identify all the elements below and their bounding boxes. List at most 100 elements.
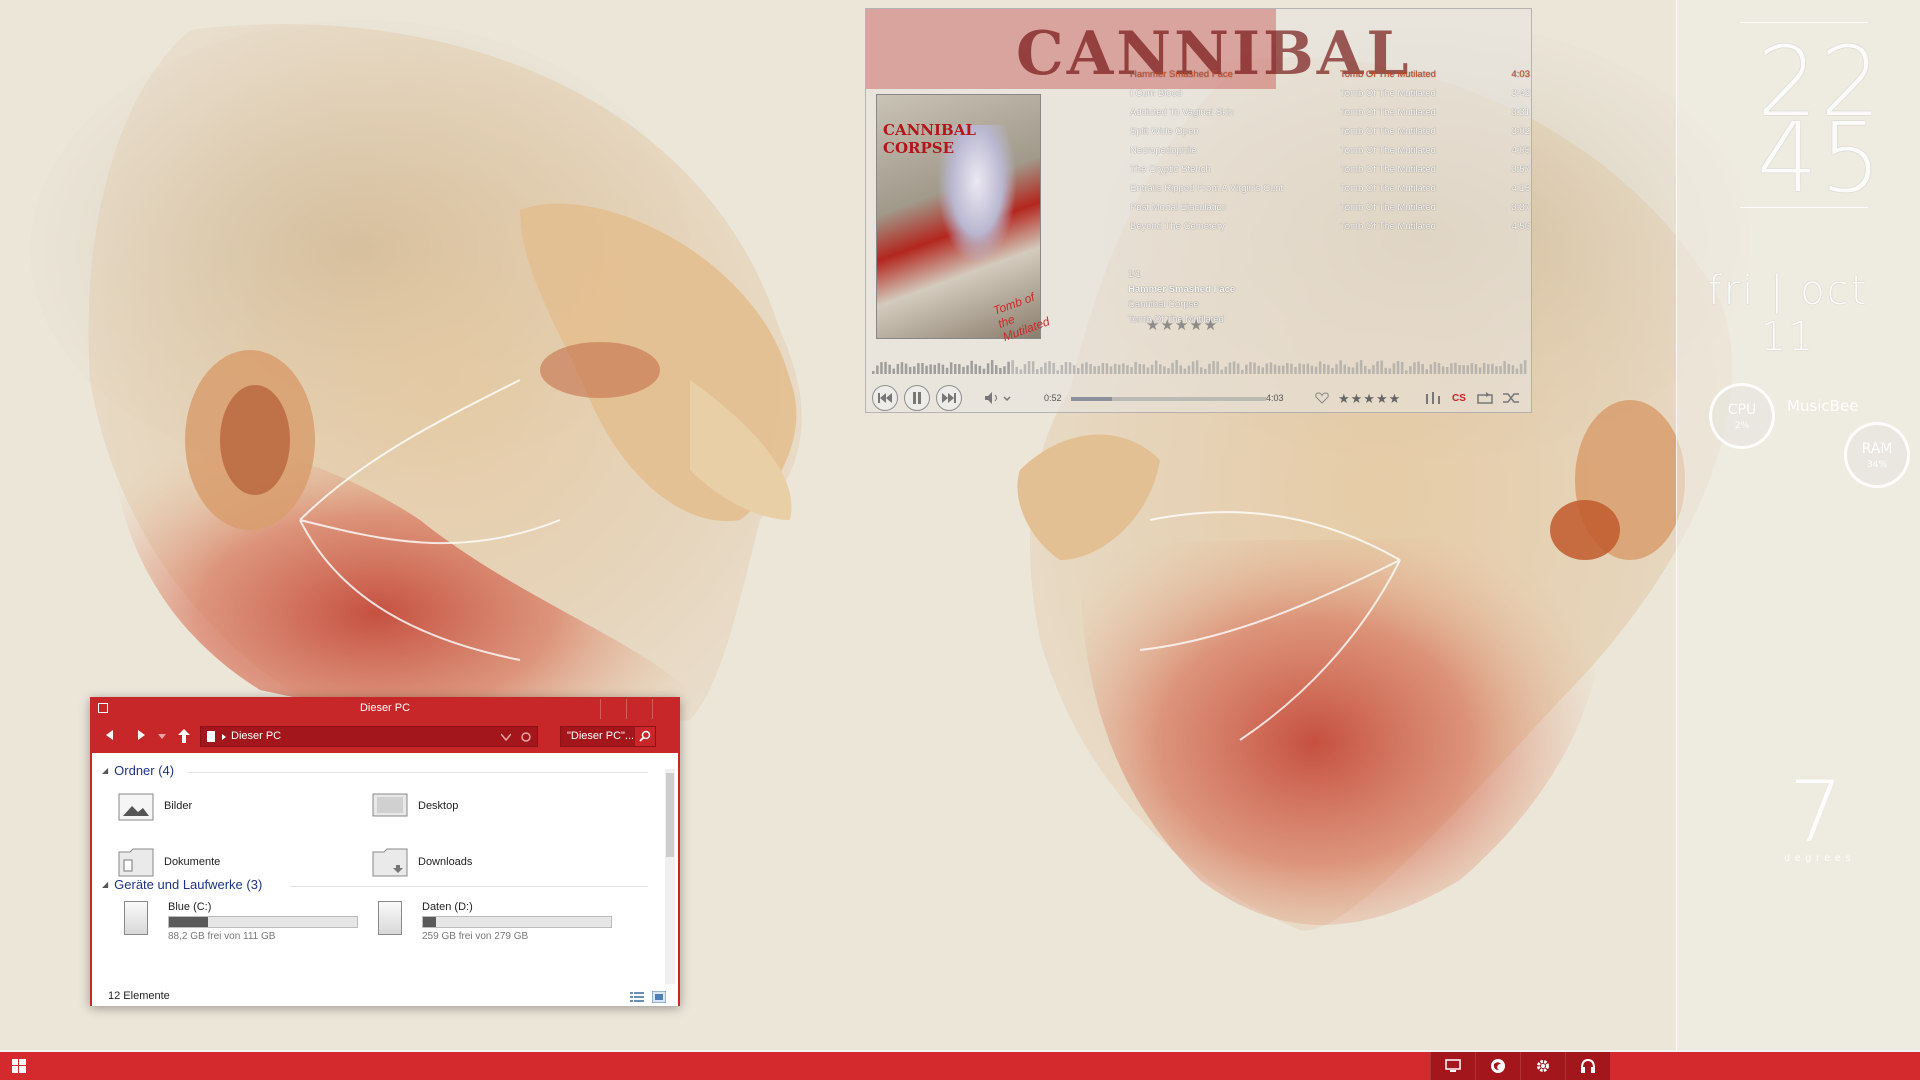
start-button[interactable]: [12, 1059, 26, 1073]
track-duration: 3:37: [1511, 202, 1531, 213]
taskbar: [0, 1050, 1920, 1080]
folder-item-desktop[interactable]: Desktop: [372, 791, 458, 821]
drive-item-c[interactable]: Blue (C:) 88,2 GB frei von 111 GB: [124, 901, 384, 947]
minimize-button[interactable]: [600, 699, 626, 719]
waveform-sample: [1101, 363, 1105, 374]
track-row[interactable]: Necropedophile Tomb Of The Mutilated 4:05: [1130, 141, 1530, 160]
now-playing-rating[interactable]: ★★★★★: [1146, 316, 1218, 334]
address-dropdown-icon[interactable]: [501, 733, 511, 741]
love-button[interactable]: [1314, 389, 1330, 407]
waveform-sample: [1499, 366, 1502, 374]
track-row[interactable]: Post Mortal Ejaculation Tomb Of The Mutil…: [1130, 198, 1530, 217]
back-button[interactable]: [106, 729, 114, 743]
large-icons-view-button[interactable]: [651, 990, 667, 1004]
waveform-sample: [1113, 363, 1117, 374]
drive-item-d[interactable]: Daten (D:) 259 GB frei von 279 GB: [378, 901, 638, 947]
waveform-sample: [929, 364, 932, 374]
cpu-meter[interactable]: CPU 2%: [1709, 383, 1775, 449]
folder-item-downloads[interactable]: Downloads: [372, 847, 472, 877]
content-pane[interactable]: ◢ Ordner (4) Bilder Desktop Dokumente Do…: [92, 753, 678, 988]
forward-button[interactable]: [138, 729, 146, 743]
scrollbar-thumb[interactable]: [666, 773, 674, 857]
file-explorer-window[interactable]: Dieser PC Dieser PC "Dieser PC"... ◢ Ord…: [90, 697, 680, 1006]
waveform-bar[interactable]: [872, 354, 1527, 374]
waveform-sample: [1355, 362, 1359, 374]
status-bar: 12 Elemente: [92, 988, 678, 1006]
search-button[interactable]: [635, 727, 655, 746]
temperature-unit: degrees: [1784, 853, 1856, 864]
track-row[interactable]: Addicted To Vaginal Skin Tomb Of The Muti…: [1130, 103, 1530, 122]
address-bar[interactable]: Dieser PC: [200, 726, 538, 747]
track-row[interactable]: Entrails Ripped From A Virgin's Cunt Tomb…: [1130, 179, 1530, 198]
waveform-sample: [970, 360, 973, 374]
details-view-icon: [630, 992, 644, 1002]
close-button[interactable]: [652, 699, 678, 719]
waveform-sample: [1290, 363, 1293, 374]
volume-button[interactable]: [984, 389, 1012, 407]
waveform-sample: [1195, 360, 1199, 374]
crossfade-toggle[interactable]: CS: [1452, 393, 1466, 404]
details-view-button[interactable]: [630, 990, 644, 1002]
refresh-icon[interactable]: [521, 732, 531, 742]
waveform-sample: [1433, 362, 1437, 374]
folder-item-bilder[interactable]: Bilder: [118, 791, 192, 821]
waveform-sample: [1265, 363, 1269, 374]
vertical-scrollbar[interactable]: [665, 769, 675, 984]
waveform-sample: [1167, 368, 1170, 374]
waveform-sample: [982, 368, 986, 374]
musicbee-player[interactable]: CANNIBAL CANNIBAL CORPSE Tomb of the Mut…: [865, 8, 1532, 413]
pause-button[interactable]: [904, 385, 930, 411]
next-button[interactable]: [936, 385, 962, 411]
track-row[interactable]: Hammer Smashed Face Tomb Of The Mutilated…: [1130, 65, 1530, 84]
back-arrow-icon: [106, 730, 113, 740]
drives-group-header[interactable]: ◢ Geräte und Laufwerke (3): [102, 877, 262, 892]
seek-bar[interactable]: [1071, 397, 1266, 401]
waveform-sample: [1339, 360, 1342, 374]
waveform-sample: [1482, 362, 1486, 374]
music-taskbar-button[interactable]: [1565, 1052, 1610, 1080]
drives-group-label: Geräte und Laufwerke (3): [114, 877, 263, 892]
folder-item-dokumente[interactable]: Dokumente: [118, 847, 220, 877]
track-title: I Cum Blood: [1130, 88, 1183, 99]
up-button[interactable]: [178, 729, 190, 746]
track-title: Split Wide Open: [1130, 126, 1199, 137]
waveform-sample: [1011, 360, 1014, 374]
waveform-sample: [1105, 363, 1109, 374]
track-row[interactable]: Split Wide Open Tomb Of The Mutilated 3:02: [1130, 122, 1530, 141]
settings-taskbar-button[interactable]: [1520, 1052, 1565, 1080]
track-duration: 4:56: [1511, 221, 1531, 232]
breadcrumb-separator-icon: [222, 734, 226, 740]
repeat-button[interactable]: [1476, 389, 1494, 407]
ram-meter[interactable]: RAM 34%: [1844, 422, 1910, 488]
track-title: Beyond The Cemetery: [1130, 221, 1225, 232]
search-input[interactable]: "Dieser PC"...: [560, 726, 656, 747]
this-pc-taskbar-button[interactable]: [1430, 1052, 1475, 1080]
recent-locations-button[interactable]: [158, 729, 166, 743]
waveform-sample: [1331, 368, 1334, 374]
waveform-sample: [888, 364, 891, 374]
equalizer-button[interactable]: [1424, 389, 1442, 407]
track-row[interactable]: The Cryptic Stench Tomb Of The Mutilated 3…: [1130, 160, 1530, 179]
rating-stars[interactable]: ★★★★★: [1338, 391, 1401, 407]
shuffle-button[interactable]: [1502, 389, 1520, 407]
track-row[interactable]: Beyond The Cemetery Tomb Of The Mutilated…: [1130, 217, 1530, 236]
now-playing-artist: Cannibal Corpse: [1128, 299, 1199, 310]
previous-button[interactable]: [872, 385, 898, 411]
folders-group-header[interactable]: ◢ Ordner (4): [102, 763, 174, 778]
waveform-sample: [896, 363, 900, 374]
waveform-sample: [1154, 360, 1158, 374]
waveform-sample: [990, 360, 994, 374]
title-bar[interactable]: Dieser PC: [92, 699, 678, 719]
computer-icon: [207, 731, 215, 742]
waveform-sample: [1294, 366, 1297, 374]
track-row[interactable]: I Cum Blood Tomb Of The Mutilated 3:42: [1130, 84, 1530, 103]
waveform-sample: [1171, 362, 1174, 374]
musicbee-launcher-label[interactable]: MusicBee: [1787, 397, 1858, 415]
waveform-sample: [1134, 361, 1137, 374]
drive-usage-bar: [422, 916, 612, 928]
album-art[interactable]: CANNIBAL CORPSE Tomb of the Mutilated: [876, 94, 1051, 344]
maximize-button[interactable]: [626, 699, 652, 719]
browser-taskbar-button[interactable]: [1475, 1052, 1520, 1080]
drive-name: Blue (C:): [168, 901, 212, 913]
waveform-sample: [1130, 367, 1133, 374]
